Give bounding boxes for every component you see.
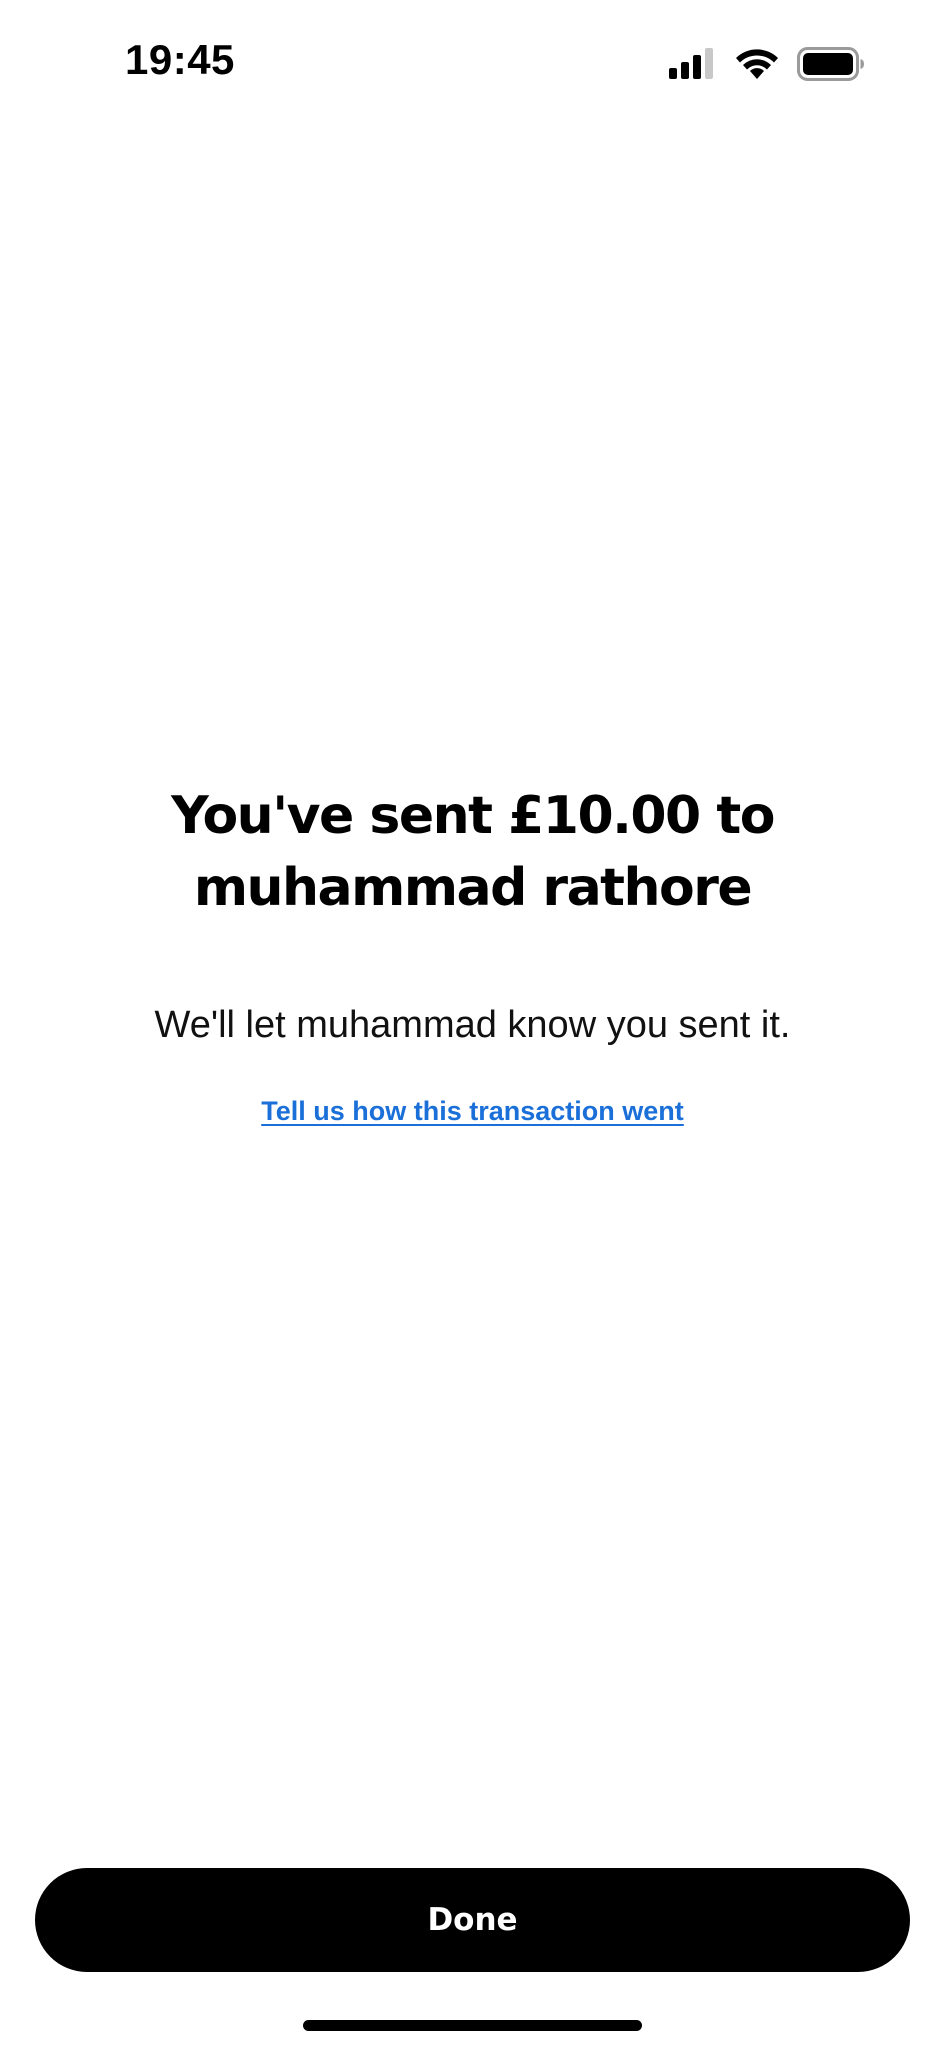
done-button[interactable]: Done — [35, 1868, 910, 1972]
status-bar: 19:45 — [0, 0, 945, 130]
status-icons — [669, 44, 865, 84]
confirmation-subtext: We'll let muhammad know you sent it. — [154, 1004, 791, 1046]
home-indicator — [303, 2020, 642, 2031]
transaction-feedback-link[interactable]: Tell us how this transaction went — [261, 1096, 684, 1127]
wifi-icon — [735, 48, 779, 80]
cellular-signal-icon — [669, 48, 717, 80]
confirmation-content: You've sent £10.00 to muhammad rathore W… — [0, 780, 945, 1127]
payment-sent-screen: 19:45 You've sent £10.00 to muhammad rat… — [0, 0, 945, 2048]
status-time: 19:45 — [125, 36, 235, 83]
battery-icon — [797, 47, 865, 81]
confirmation-headline: You've sent £10.00 to muhammad rathore — [171, 786, 775, 918]
